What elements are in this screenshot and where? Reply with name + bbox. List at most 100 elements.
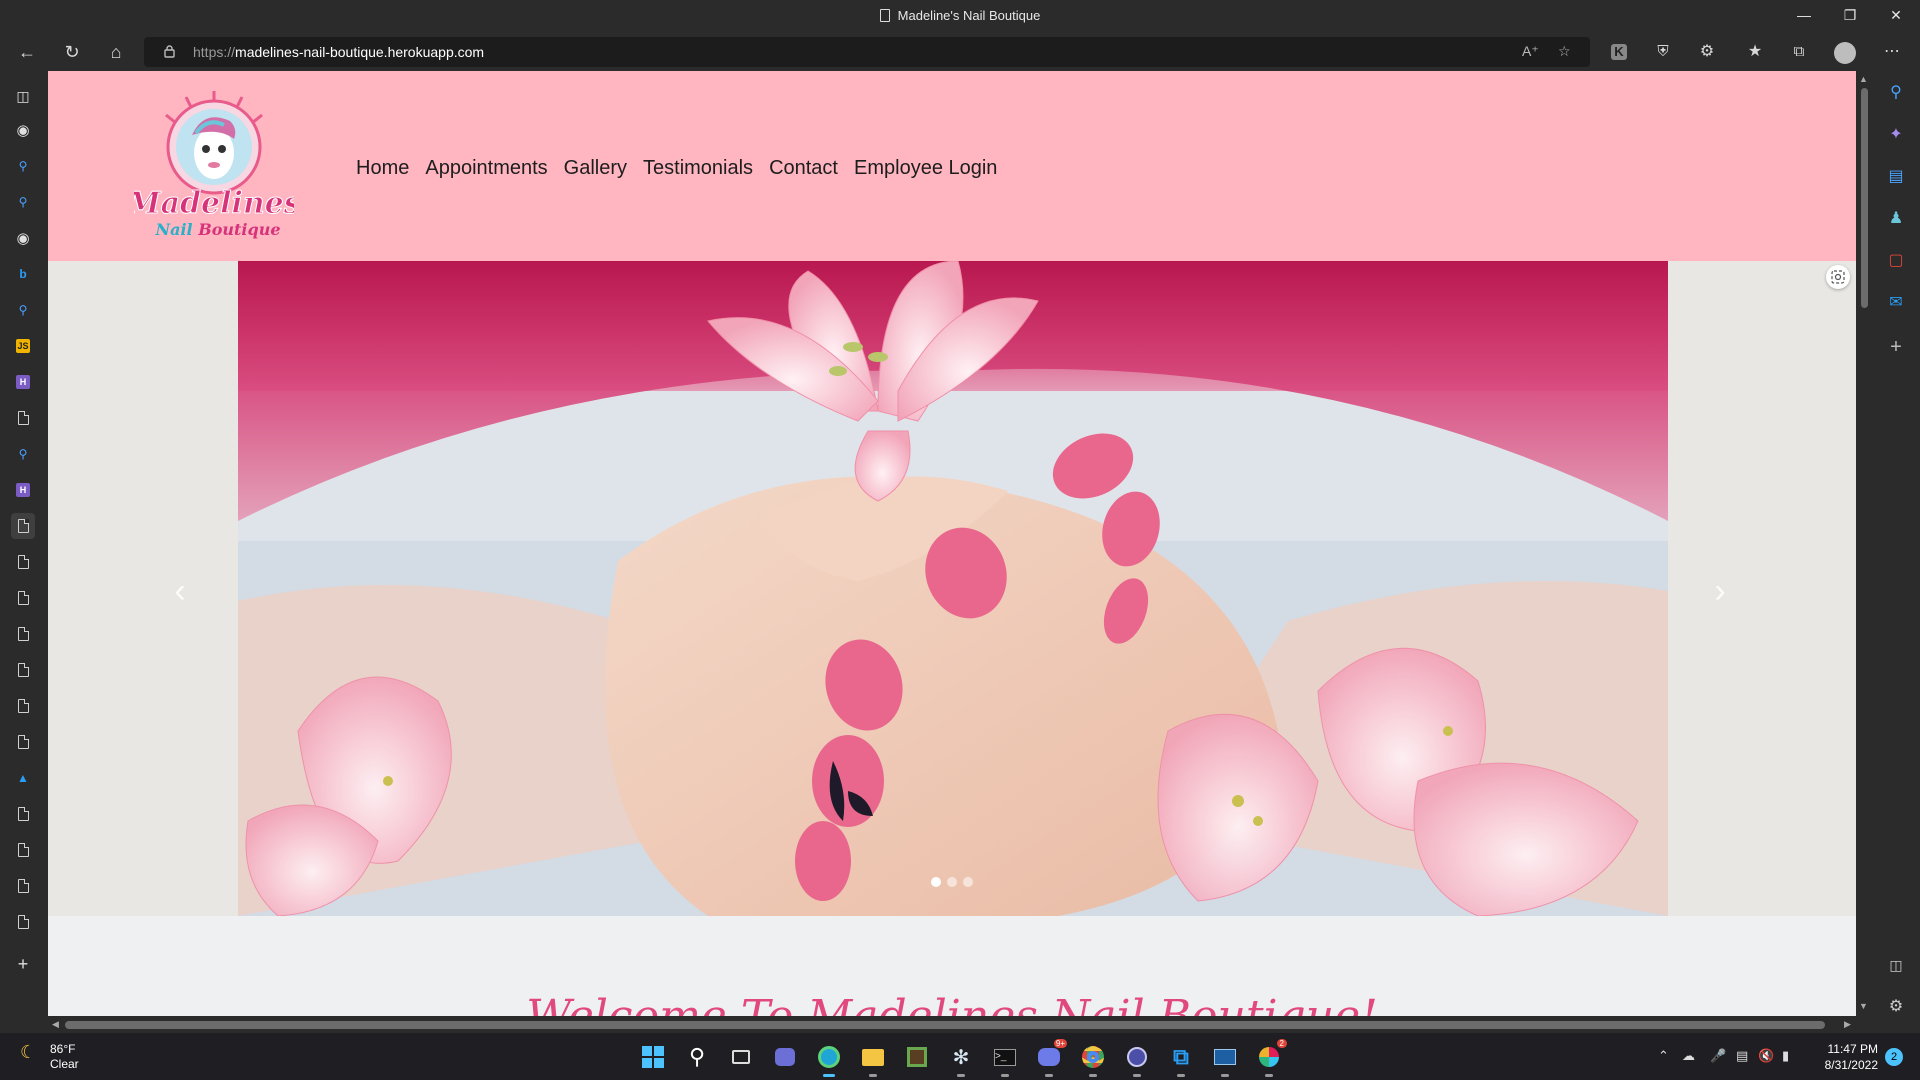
favorites-icon[interactable]: ★ bbox=[1740, 38, 1770, 66]
tab-search-icon[interactable]: ⚲ bbox=[11, 189, 35, 215]
carousel-dot-3[interactable] bbox=[963, 877, 973, 887]
microphone-icon[interactable]: 🎤 bbox=[1710, 1048, 1726, 1064]
nav-testimonials-link[interactable]: Testimonials bbox=[643, 157, 753, 180]
remote-desktop-icon[interactable] bbox=[1209, 1041, 1241, 1077]
extensions-puzzle-icon[interactable]: ⚙ bbox=[1692, 38, 1722, 66]
nav-gallery-link[interactable]: Gallery bbox=[564, 157, 627, 180]
moon-icon: ☾ bbox=[20, 1042, 37, 1062]
sidebar-add-icon[interactable]: + bbox=[1884, 335, 1908, 359]
tab-document-icon[interactable] bbox=[11, 693, 35, 719]
file-explorer-icon[interactable] bbox=[857, 1041, 889, 1077]
carousel-dot-1[interactable] bbox=[931, 877, 941, 887]
scroll-right-arrow[interactable]: ▶ bbox=[1844, 1019, 1851, 1030]
tab-search-icon[interactable]: ⚲ bbox=[11, 153, 35, 179]
tab-document-icon[interactable] bbox=[11, 837, 35, 863]
visual-search-icon bbox=[1831, 270, 1845, 284]
tab-document-icon[interactable] bbox=[11, 801, 35, 827]
taskbar-search-icon[interactable]: ⚲ bbox=[681, 1041, 713, 1073]
sidebar-copilot-icon[interactable]: ✦ bbox=[1884, 123, 1908, 147]
discord-icon[interactable]: 9+ bbox=[1033, 1039, 1067, 1077]
tab-bing-icon[interactable]: b bbox=[11, 261, 35, 287]
tab-document-icon[interactable] bbox=[11, 621, 35, 647]
extension-k-icon[interactable]: K bbox=[1604, 38, 1634, 66]
nav-appointments-link[interactable]: Appointments bbox=[425, 157, 547, 180]
madelines-logo[interactable]: Madelines Nail Boutique bbox=[134, 87, 294, 247]
system-clock[interactable]: 11:47 PM 8/31/2022 bbox=[1812, 1041, 1878, 1073]
notification-badge[interactable]: 2 bbox=[1885, 1048, 1903, 1066]
tab-actions-icon[interactable]: ◫ bbox=[11, 83, 35, 109]
tab-h-icon[interactable]: H bbox=[11, 477, 35, 503]
svg-text:Nail Boutique: Nail Boutique bbox=[154, 220, 280, 239]
more-menu-icon[interactable]: ⋯ bbox=[1877, 38, 1907, 66]
scroll-left-arrow[interactable]: ◀ bbox=[52, 1019, 59, 1030]
tab-document-icon[interactable] bbox=[11, 729, 35, 755]
sidebar-settings-gear-icon[interactable]: ⚙ bbox=[1884, 995, 1908, 1019]
carousel-dot-2[interactable] bbox=[947, 877, 957, 887]
sidebar-office-icon[interactable]: ▢ bbox=[1884, 249, 1908, 273]
tray-overflow-chevron-icon[interactable]: ⌃ bbox=[1658, 1048, 1669, 1064]
horizontal-scrollbar[interactable]: ◀ ▶ bbox=[48, 1016, 1872, 1033]
battery-icon[interactable]: ▮ bbox=[1782, 1048, 1789, 1064]
tab-document-icon[interactable] bbox=[11, 549, 35, 575]
lock-icon bbox=[164, 45, 175, 58]
network-icon[interactable]: ▤ bbox=[1736, 1048, 1748, 1064]
tab-search-icon[interactable]: ⚲ bbox=[11, 441, 35, 467]
url-text[interactable]: https://madelines-nail-boutique.herokuap… bbox=[193, 44, 484, 60]
chrome-icon[interactable] bbox=[1077, 1041, 1109, 1077]
minimize-button[interactable]: — bbox=[1781, 0, 1827, 33]
vertical-scroll-thumb[interactable] bbox=[1861, 88, 1868, 308]
tab-search-icon[interactable]: ⚲ bbox=[11, 297, 35, 323]
home-button[interactable]: ⌂ bbox=[101, 38, 131, 66]
slack-icon[interactable]: 2 bbox=[1253, 1039, 1287, 1077]
horizontal-scroll-thumb[interactable] bbox=[65, 1021, 1825, 1029]
weather-widget[interactable]: ☾ 86°F Clear bbox=[20, 1042, 79, 1072]
tab-document-icon[interactable] bbox=[11, 657, 35, 683]
sidebar-games-icon[interactable]: ♟ bbox=[1884, 207, 1908, 231]
favorite-star-icon[interactable]: ☆ bbox=[1558, 43, 1571, 60]
volume-muted-icon[interactable]: 🔇 bbox=[1758, 1048, 1774, 1064]
nav-employee-login-link[interactable]: Employee Login bbox=[854, 157, 997, 180]
sidebar-search-icon[interactable]: ⚲ bbox=[1884, 81, 1908, 105]
back-button[interactable]: ← bbox=[12, 38, 42, 66]
tab-js-icon[interactable]: JS bbox=[11, 333, 35, 359]
browser-circle-icon[interactable] bbox=[1121, 1041, 1153, 1077]
minecraft-icon[interactable] bbox=[901, 1041, 933, 1073]
sidebar-outlook-icon[interactable]: ✉ bbox=[1884, 291, 1908, 315]
tab-document-icon[interactable] bbox=[11, 873, 35, 899]
shield-extension-icon[interactable]: ⛨ bbox=[1648, 38, 1678, 66]
nav-contact-link[interactable]: Contact bbox=[769, 157, 838, 180]
tab-document-icon[interactable] bbox=[11, 909, 35, 935]
steam-icon[interactable]: ✻ bbox=[945, 1041, 977, 1077]
sidebar-shopping-icon[interactable]: ▤ bbox=[1884, 165, 1908, 189]
teams-chat-icon[interactable] bbox=[769, 1041, 801, 1073]
address-bar[interactable]: https://madelines-nail-boutique.herokuap… bbox=[144, 37, 1590, 67]
scroll-down-arrow[interactable]: ▼ bbox=[1859, 1001, 1868, 1011]
read-aloud-icon[interactable]: A⁺ bbox=[1522, 43, 1539, 60]
carousel-next-button[interactable]: › bbox=[1700, 561, 1740, 621]
visual-search-button[interactable] bbox=[1826, 265, 1850, 289]
sidebar-collapse-icon[interactable]: ◫ bbox=[1884, 953, 1908, 977]
tab-document-icon[interactable] bbox=[11, 585, 35, 611]
carousel-prev-button[interactable]: ‹ bbox=[160, 561, 200, 621]
new-tab-plus-icon[interactable]: + bbox=[11, 951, 35, 977]
scroll-up-arrow[interactable]: ▲ bbox=[1859, 74, 1868, 84]
close-button[interactable]: ✕ bbox=[1873, 0, 1919, 33]
terminal-icon[interactable]: >_ bbox=[989, 1041, 1021, 1077]
vertical-scrollbar[interactable]: ▲ ▼ bbox=[1856, 71, 1872, 1016]
collections-icon[interactable]: ⧉ bbox=[1784, 38, 1814, 66]
tab-azure-icon[interactable]: ▲ bbox=[11, 765, 35, 791]
tab-h-icon[interactable]: H bbox=[11, 369, 35, 395]
profile-avatar[interactable] bbox=[1830, 38, 1860, 66]
start-windows-icon[interactable] bbox=[637, 1041, 669, 1073]
vscode-icon[interactable]: ⧉ bbox=[1165, 1041, 1197, 1077]
onedrive-cloud-icon[interactable]: ☁ bbox=[1682, 1048, 1695, 1064]
refresh-button[interactable]: ↻ bbox=[57, 38, 87, 66]
tab-document-icon[interactable] bbox=[11, 405, 35, 431]
nav-home-link[interactable]: Home bbox=[356, 157, 409, 180]
restore-button[interactable]: ❐ bbox=[1827, 0, 1873, 33]
tab-document-icon-active[interactable] bbox=[11, 513, 35, 539]
tab-github-icon[interactable]: ◉ bbox=[11, 225, 35, 251]
edge-browser-icon[interactable] bbox=[813, 1041, 845, 1077]
task-view-icon[interactable] bbox=[725, 1041, 757, 1073]
tab-github-icon[interactable]: ◉ bbox=[11, 117, 35, 143]
